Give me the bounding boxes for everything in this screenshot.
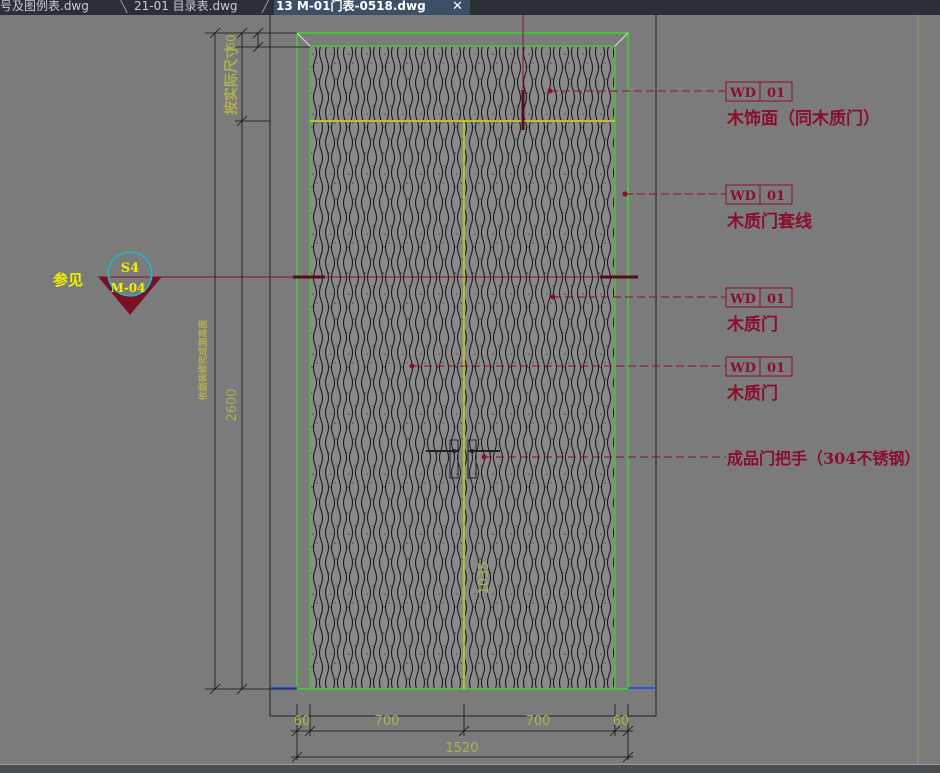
material-description: 木质门 bbox=[726, 314, 778, 335]
door-height-label: 2600 bbox=[225, 388, 240, 421]
dim-left-leaf: 700 bbox=[375, 714, 400, 729]
transom-panel bbox=[311, 47, 614, 120]
material-tag-3: WD 01 木质门 bbox=[725, 287, 793, 335]
material-code: WD bbox=[729, 86, 756, 101]
section-reference-symbol: S4 M-04 参见 bbox=[53, 251, 163, 315]
vertical-dimension-lines bbox=[205, 27, 310, 695]
cad-drawing-canvas[interactable]: S4 M-04 参见 60 按实际尺寸 2600 依据装修完成面高度 1035 bbox=[0, 15, 940, 764]
tab-door-schedule-file[interactable]: 13 M-01门表-0518.dwg bbox=[274, 0, 470, 15]
dim-right-leaf: 700 bbox=[526, 714, 551, 729]
tab-separator: ╱ bbox=[262, 0, 270, 13]
material-description: 木饰面（同木质门） bbox=[726, 108, 880, 129]
dim-right-jamb: 60 bbox=[613, 714, 630, 729]
dim-left-jamb: 60 bbox=[294, 714, 311, 729]
section-ref-top: S4 bbox=[121, 261, 139, 276]
tab-separator: ╲ bbox=[120, 0, 128, 13]
dim-total-width: 1520 bbox=[445, 741, 478, 756]
material-code: WD bbox=[729, 361, 756, 376]
material-tag-4: WD 01 木质门 bbox=[725, 356, 793, 404]
material-tag-1: WD 01 木饰面（同木质门） bbox=[725, 81, 880, 129]
handle-material-label: 成品门把手（304不锈钢） bbox=[727, 449, 920, 468]
material-number: 01 bbox=[767, 292, 785, 307]
tab-index-file[interactable]: 21-01 目录表.dwg bbox=[134, 0, 262, 15]
transom-height-label: 按实际尺寸 bbox=[223, 45, 240, 115]
door-leaf-right bbox=[465, 122, 614, 688]
material-number: 01 bbox=[767, 361, 785, 376]
section-ref-bottom: M-04 bbox=[111, 281, 146, 295]
material-number: 01 bbox=[767, 189, 785, 204]
tab-label: 号及图例表.dwg bbox=[0, 0, 89, 13]
material-description: 木质门 bbox=[726, 383, 778, 404]
section-ref-label: 参见 bbox=[53, 271, 83, 289]
material-description: 木质门套线 bbox=[726, 211, 812, 232]
finish-floor-label: 依据装修完成面高度 bbox=[197, 319, 209, 401]
door-leaf-left bbox=[311, 122, 463, 688]
material-number: 01 bbox=[767, 86, 785, 101]
material-code: WD bbox=[729, 292, 756, 307]
tab-label: 21-01 目录表.dwg bbox=[134, 0, 238, 13]
document-tab-bar: 号及图例表.dwg ╲ 21-01 目录表.dwg ╱ 13 M-01门表-05… bbox=[0, 0, 940, 15]
handle-height-label: 1035 bbox=[477, 561, 492, 594]
material-tag-2: WD 01 木质门套线 bbox=[725, 184, 812, 232]
close-tab-icon[interactable]: ✕ bbox=[452, 0, 463, 15]
tab-label: 13 M-01门表-0518.dwg bbox=[276, 0, 426, 13]
tab-legend-file[interactable]: 号及图例表.dwg bbox=[0, 0, 118, 15]
horizontal-dimension-text: 60 700 700 60 1520 bbox=[294, 714, 630, 756]
material-code: WD bbox=[729, 189, 756, 204]
